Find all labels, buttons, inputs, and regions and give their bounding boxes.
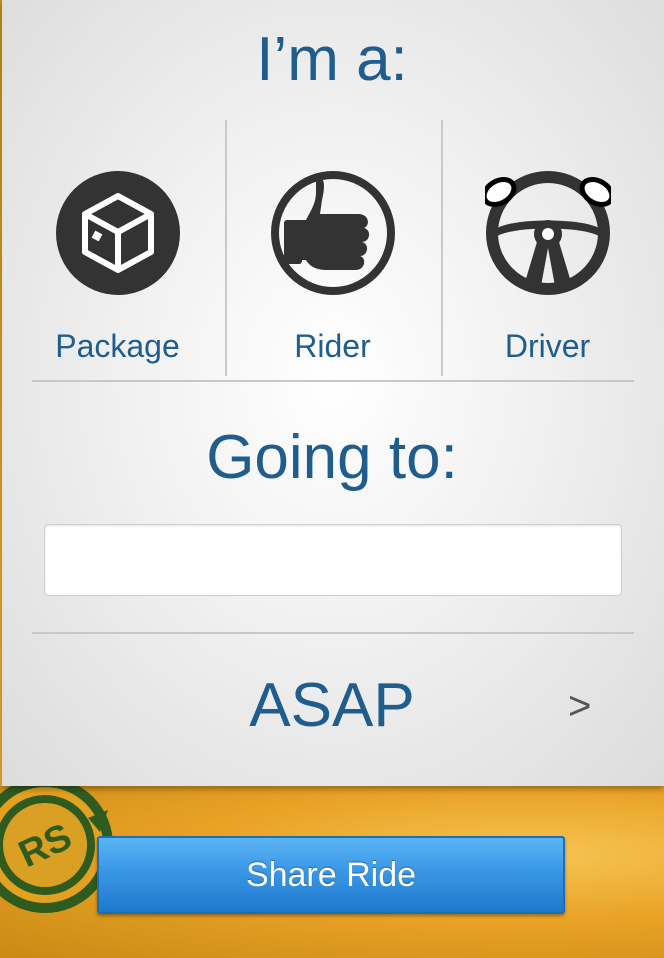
- departure-time-selector[interactable]: ASAP >: [2, 660, 662, 750]
- thumbs-up-icon: [270, 171, 395, 295]
- role-option-driver[interactable]: Driver: [440, 120, 655, 378]
- app-screen: RS Share Ride I’m a: Package Rider Drive…: [0, 0, 664, 958]
- role-prompt-title: I’m a:: [256, 25, 408, 94]
- role-label-rider: Rider: [294, 328, 371, 364]
- role-option-package[interactable]: Package: [10, 120, 225, 378]
- share-ride-label: Share Ride: [245, 855, 417, 894]
- ride-options-panel: I’m a: Package Rider Driver Going to: AS…: [2, 0, 664, 786]
- package-icon: [55, 171, 180, 295]
- chevron-right-icon: >: [568, 684, 592, 728]
- role-option-rider[interactable]: Rider: [225, 120, 440, 378]
- departure-time-value: ASAP: [249, 671, 415, 740]
- section-divider: [32, 632, 634, 634]
- steering-wheel-icon: [484, 171, 611, 295]
- section-divider: [32, 380, 634, 382]
- share-ride-button[interactable]: Share Ride: [97, 836, 565, 914]
- destination-title: Going to:: [206, 423, 458, 492]
- role-label-package: Package: [55, 328, 180, 364]
- role-label-driver: Driver: [504, 328, 591, 364]
- role-selector: Package Rider Driver: [2, 120, 662, 378]
- destination-input[interactable]: [44, 524, 622, 596]
